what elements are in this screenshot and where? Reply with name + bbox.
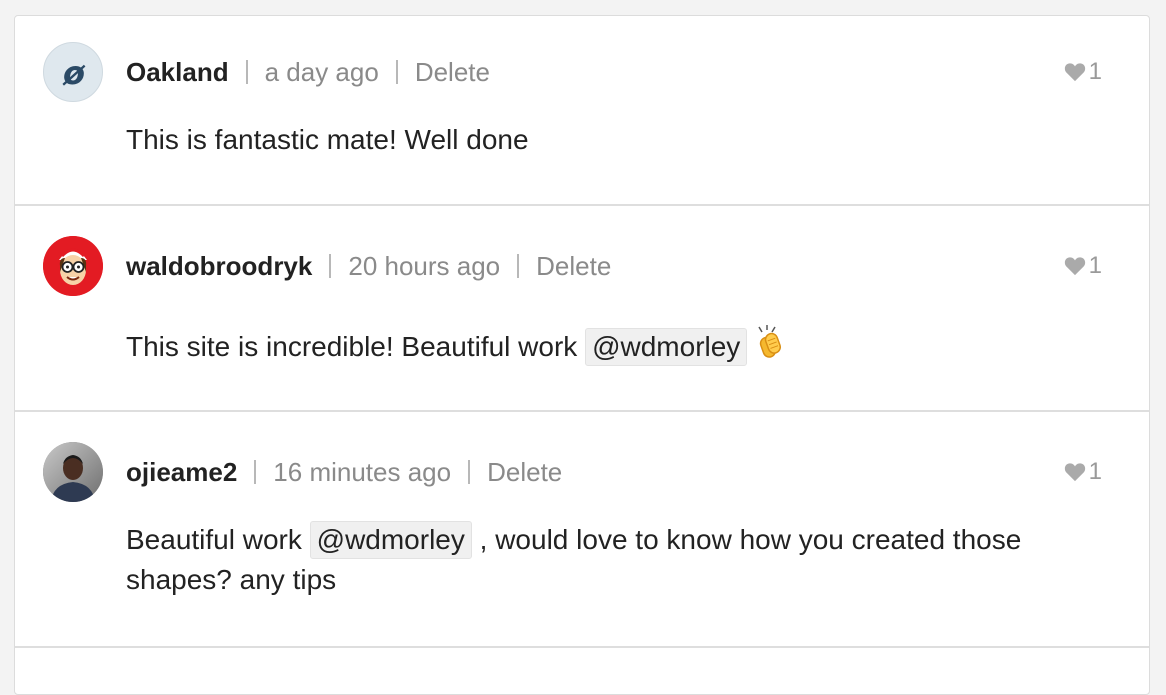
username[interactable]: waldobroodryk bbox=[126, 251, 312, 282]
delete-button[interactable]: Delete bbox=[487, 457, 562, 488]
comment-body: This is fantastic mate! Well done bbox=[126, 120, 1086, 160]
like-button[interactable]: 1 bbox=[1064, 458, 1102, 486]
waldo-avatar-icon bbox=[43, 236, 103, 296]
comment-text: This site is incredible! Beautiful work bbox=[126, 331, 586, 362]
user-photo-icon bbox=[43, 442, 103, 502]
mention-link[interactable]: @wdmorley bbox=[585, 328, 748, 366]
separator bbox=[254, 460, 257, 484]
separator bbox=[329, 254, 332, 278]
username[interactable]: ojieame2 bbox=[126, 457, 237, 488]
clapping-hands-icon bbox=[753, 324, 789, 371]
comment-text: Beautiful work bbox=[126, 524, 310, 555]
comment-header: Oakland a day ago Delete bbox=[126, 57, 490, 87]
like-count: 1 bbox=[1088, 252, 1102, 279]
avatar[interactable] bbox=[43, 236, 103, 296]
heart-icon bbox=[1064, 63, 1085, 82]
comment-header: ojieame2 16 minutes ago Delete bbox=[126, 457, 562, 487]
delete-button[interactable]: Delete bbox=[415, 57, 490, 88]
like-button[interactable]: 1 bbox=[1064, 252, 1102, 280]
separator bbox=[245, 60, 248, 84]
comment-body: Beautiful work @wdmorley , would love to… bbox=[126, 520, 1086, 600]
separator bbox=[517, 254, 520, 278]
delete-button[interactable]: Delete bbox=[536, 251, 611, 282]
comment-text: This is fantastic mate! Well done bbox=[126, 124, 529, 155]
comment-header: waldobroodryk 20 hours ago Delete bbox=[126, 251, 611, 281]
comment-body: This site is incredible! Beautiful work … bbox=[126, 324, 1086, 371]
like-button[interactable]: 1 bbox=[1064, 58, 1102, 86]
timestamp: 20 hours ago bbox=[348, 250, 501, 281]
avatar[interactable]: ø bbox=[43, 42, 103, 102]
svg-text:ø: ø bbox=[62, 54, 86, 92]
timestamp: 16 minutes ago bbox=[273, 456, 452, 487]
avatar[interactable] bbox=[43, 442, 103, 502]
comments-panel: ø Oakland a day ago Delete 1 This is fan… bbox=[14, 15, 1150, 695]
like-count: 1 bbox=[1088, 58, 1102, 85]
mention-link[interactable]: @wdmorley bbox=[309, 521, 472, 559]
comment-item: waldobroodryk 20 hours ago Delete 1 This… bbox=[15, 206, 1149, 412]
comment-item: ojieame2 16 minutes ago Delete 1 Beautif… bbox=[15, 412, 1149, 648]
oakland-logo-icon: ø bbox=[62, 54, 86, 92]
username[interactable]: Oakland bbox=[126, 57, 229, 88]
timestamp: a day ago bbox=[264, 56, 379, 87]
separator bbox=[395, 60, 398, 84]
heart-icon bbox=[1064, 257, 1085, 276]
separator bbox=[468, 460, 471, 484]
comment-item: ø Oakland a day ago Delete 1 This is fan… bbox=[15, 16, 1149, 206]
like-count: 1 bbox=[1088, 458, 1102, 485]
heart-icon bbox=[1064, 463, 1085, 482]
